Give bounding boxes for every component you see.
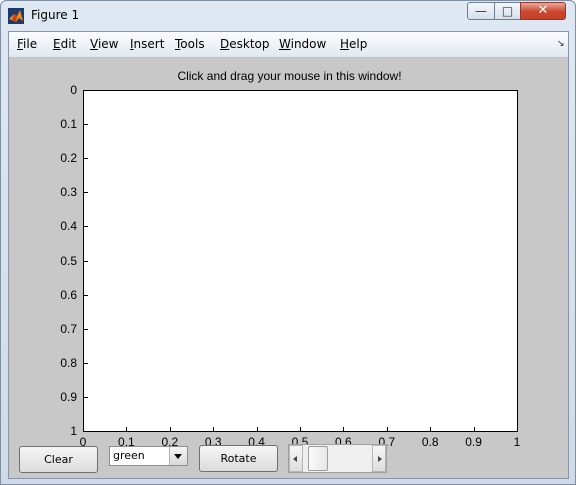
close-icon: ✕ — [537, 3, 549, 18]
x-tick-mark — [213, 427, 214, 431]
menu-file[interactable]: File — [17, 37, 37, 51]
menu-help[interactable]: Help — [340, 37, 367, 51]
matlab-icon — [8, 8, 24, 24]
minimize-button[interactable]: — — [467, 2, 495, 20]
y-tick-label: 0.6 — [60, 287, 77, 302]
y-tick-mark — [84, 329, 88, 330]
x-tick-mark — [517, 427, 518, 431]
x-tick-mark — [430, 427, 431, 431]
y-tick-label: 0.9 — [60, 389, 77, 404]
rotate-button[interactable]: Rotate — [199, 445, 278, 472]
menu-desktop[interactable]: Desktop — [220, 37, 270, 51]
maximize-icon: □ — [501, 4, 514, 18]
x-tick-mark — [83, 427, 84, 431]
y-tick-mark — [84, 397, 88, 398]
y-tick-mark — [84, 124, 88, 125]
y-tick-mark — [84, 192, 88, 193]
y-tick-label: 0.1 — [60, 117, 77, 132]
x-tick-label: 1 — [513, 435, 521, 449]
slider-thumb[interactable] — [307, 446, 328, 471]
figure-window: Figure 1 — □ ✕ File Edit View Insert Too… — [0, 0, 576, 485]
y-tick-label: 0.3 — [60, 185, 77, 200]
menu-edit[interactable]: Edit — [53, 37, 76, 51]
x-tick-mark — [300, 427, 301, 431]
maximize-button[interactable]: □ — [494, 2, 521, 20]
menu-view[interactable]: View — [90, 37, 118, 51]
y-tick-label: 0.8 — [60, 355, 77, 370]
plot-axes[interactable] — [83, 90, 518, 432]
y-tick-label: 0 — [70, 83, 77, 97]
y-tick-mark — [84, 226, 88, 227]
menu-insert[interactable]: Insert — [130, 37, 164, 51]
dock-arrow-icon[interactable]: ↘ — [557, 39, 565, 49]
close-button[interactable]: ✕ — [520, 2, 566, 20]
x-tick-mark — [170, 427, 171, 431]
color-select-value: green — [113, 449, 145, 462]
y-tick-mark — [84, 261, 88, 262]
x-tick-mark — [474, 427, 475, 431]
y-tick-mark — [84, 158, 88, 159]
rotation-slider[interactable] — [288, 444, 387, 473]
clear-button[interactable]: Clear — [19, 446, 98, 473]
y-tick-label: 0.4 — [60, 219, 77, 234]
menu-tools[interactable]: Tools — [175, 37, 205, 51]
axes-title: Click and drag your mouse in this window… — [177, 69, 402, 83]
y-tick-mark — [84, 363, 88, 364]
color-select[interactable]: green — [109, 446, 188, 466]
slider-right-arrow-icon[interactable] — [372, 445, 386, 472]
y-tick-label: 0.7 — [60, 321, 77, 336]
x-tick-mark — [343, 427, 344, 431]
window-title: Figure 1 — [31, 8, 80, 22]
y-tick-mark — [84, 431, 88, 432]
menu-bar: File Edit View Insert Tools Desktop Wind… — [9, 32, 568, 58]
x-tick-mark — [126, 427, 127, 431]
y-tick-label: 0.2 — [60, 151, 77, 166]
title-bar[interactable]: Figure 1 — □ ✕ — [1, 1, 575, 31]
x-tick-mark — [257, 427, 258, 431]
dropdown-arrow-icon[interactable] — [169, 447, 187, 465]
y-tick-mark — [84, 90, 88, 91]
y-tick-mark — [84, 295, 88, 296]
minimize-icon: — — [475, 4, 487, 18]
figure-client-area: File Edit View Insert Tools Desktop Wind… — [8, 31, 569, 479]
x-tick-label: 0.9 — [465, 435, 482, 449]
y-tick-label: 0.5 — [60, 253, 77, 268]
menu-window[interactable]: Window — [279, 37, 326, 51]
x-tick-mark — [387, 427, 388, 431]
slider-left-arrow-icon[interactable] — [289, 445, 303, 472]
x-tick-label: 0.8 — [421, 435, 439, 449]
